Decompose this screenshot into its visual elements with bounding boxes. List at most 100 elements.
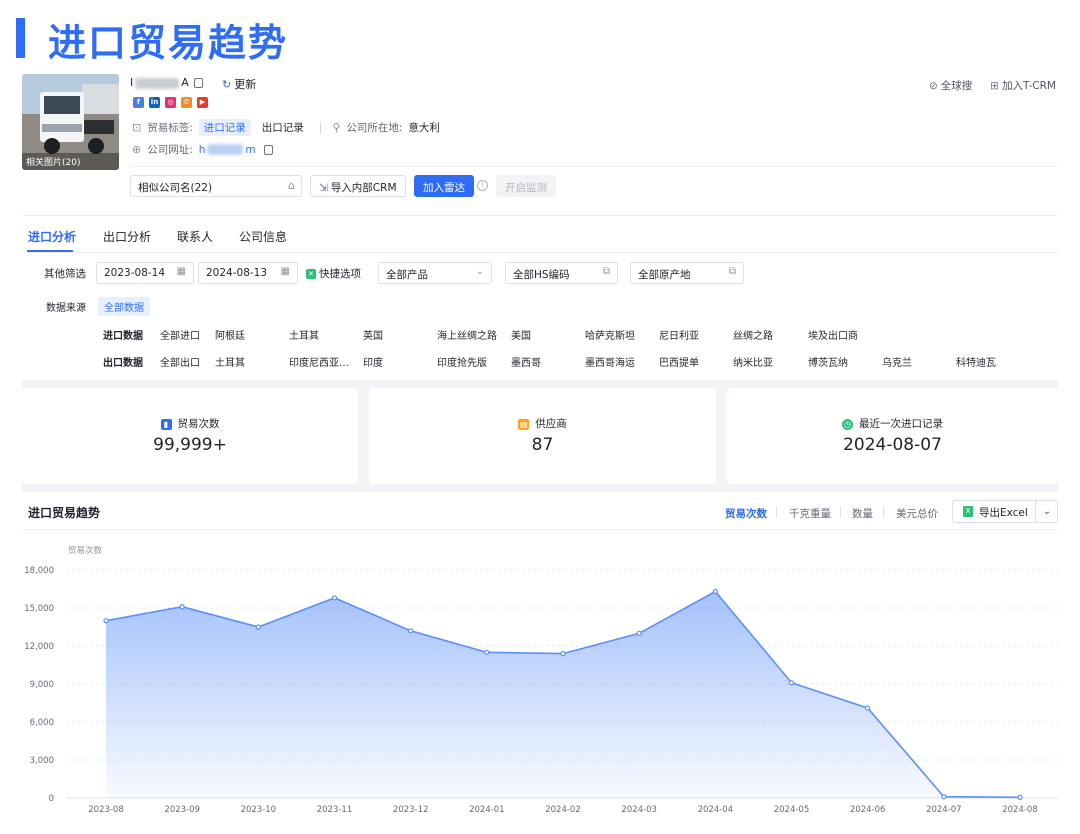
metric-trades[interactable]: 贸易次数	[725, 506, 767, 521]
tab-export-analysis[interactable]: 出口分析	[103, 228, 151, 245]
quick-options-label: 快捷选项	[319, 268, 361, 280]
add-crm-button[interactable]: ⊞ 加入T-CRM	[990, 78, 1056, 93]
data-source-option[interactable]: 埃及出口商	[808, 327, 858, 342]
similar-companies-dropdown[interactable]: 相似公司名(22) ⌂	[130, 175, 302, 197]
product-value: 全部产品	[386, 269, 428, 281]
x-tick-label: 2024-02	[545, 805, 581, 815]
title-accent-bar	[16, 18, 25, 58]
info-icon[interactable]: !	[477, 180, 488, 191]
date-start-input[interactable]: 2023-08-14 ▦	[96, 262, 194, 284]
date-start-value: 2023-08-14	[104, 267, 166, 279]
facebook-icon[interactable]: f	[133, 97, 144, 108]
metric-quantity[interactable]: 数量	[852, 506, 873, 521]
calendar-icon: ▦	[176, 266, 186, 277]
trend-title: 进口贸易趋势	[28, 506, 101, 520]
data-source-option[interactable]: 土耳其	[289, 327, 319, 342]
tab-company-info[interactable]: 公司信息	[239, 228, 287, 245]
origin-select[interactable]: 全部原产地 ⧉	[630, 262, 744, 284]
trade-tag-export[interactable]: 出口记录	[257, 119, 309, 136]
crm-icon: ⊞	[990, 80, 1000, 92]
data-source-option[interactable]: 博茨瓦纳	[808, 354, 848, 369]
filter-label: 其他筛选	[44, 268, 86, 280]
data-source-option[interactable]: 印度	[363, 354, 383, 369]
date-end-input[interactable]: 2024-08-13 ▦	[198, 262, 298, 284]
redacted-name	[135, 77, 180, 89]
data-source-option[interactable]: 墨西哥	[511, 354, 541, 369]
quick-options-button[interactable]: ✕ 快捷选项	[306, 266, 361, 281]
data-source-option[interactable]: 乌克兰	[882, 354, 912, 369]
data-source-label: 数据来源	[46, 303, 86, 314]
data-source-option[interactable]: 阿根廷	[215, 327, 245, 342]
quick-options-icon: ✕	[306, 269, 316, 279]
data-source-option[interactable]: 印度抢先版	[437, 354, 487, 369]
metric-weight[interactable]: 千克重量	[789, 506, 831, 521]
supplier-icon: ▤	[518, 418, 530, 430]
hs-code-select[interactable]: 全部HS编码 ⧉	[505, 262, 618, 284]
data-source-option[interactable]: 全部出口	[160, 354, 200, 369]
data-source-option[interactable]: 土耳其	[215, 354, 245, 369]
website-prefix: h	[198, 143, 206, 156]
chevron-down-icon[interactable]: ⌄	[1035, 501, 1058, 522]
product-select[interactable]: 全部产品 ⌄	[378, 262, 492, 284]
linkedin-icon[interactable]: in	[149, 97, 160, 108]
data-source-option[interactable]: 英国	[363, 327, 383, 342]
data-point	[865, 705, 871, 711]
metric-usd-total[interactable]: 美元总价	[896, 506, 938, 521]
import-crm-button[interactable]: ⇲ 导入内部CRM	[310, 175, 406, 197]
y-tick-label: 0	[49, 794, 54, 804]
trade-tag-import[interactable]: 进口记录	[198, 119, 251, 136]
chevron-down-icon: ⌄	[475, 266, 484, 277]
phone-icon[interactable]: ✆	[181, 97, 192, 108]
x-tick-label: 2023-09	[164, 805, 200, 815]
divider	[130, 166, 1058, 167]
stat-label-row: ▤ 供应商	[369, 416, 716, 431]
copy-icon[interactable]	[193, 78, 203, 88]
data-source-option[interactable]: 哈萨克斯坦	[585, 327, 635, 342]
data-source-option[interactable]: 巴西提单	[659, 354, 699, 369]
global-search-button[interactable]: ⊘ 全球搜	[929, 78, 972, 93]
x-tick-label: 2024-06	[850, 805, 886, 815]
y-tick-label: 3,000	[30, 756, 54, 766]
add-radar-button[interactable]: 加入雷达	[414, 175, 474, 197]
export-excel-button[interactable]: X 导出Excel ⌄	[952, 500, 1058, 523]
start-monitor-button[interactable]: 开启监测	[496, 175, 556, 197]
header-actions: ⊘ 全球搜 ⊞ 加入T-CRM	[929, 78, 1056, 93]
data-source-option[interactable]: 纳米比亚	[733, 354, 773, 369]
data-source-option[interactable]: 墨西哥海运	[585, 354, 635, 369]
data-source-all[interactable]: 全部数据	[98, 297, 150, 316]
refresh-icon: ↻	[222, 78, 232, 91]
global-search-label: 全球搜	[940, 80, 973, 92]
trade-tags-row: ⊡ 贸易标签: 进口记录 出口记录 | ⚲ 公司所在地: 意大利	[132, 119, 440, 136]
update-button[interactable]: ↻ 更新	[222, 76, 256, 92]
x-tick-label: 2024-07	[926, 805, 962, 815]
data-source-option[interactable]: 尼日利亚	[659, 327, 699, 342]
youtube-icon[interactable]: ▶	[197, 97, 208, 108]
copy-icon: ⧉	[602, 266, 610, 277]
copy-icon[interactable]	[263, 144, 273, 155]
stat-label: 最近一次进口记录	[859, 418, 943, 430]
redacted-website	[207, 144, 244, 155]
data-point	[560, 650, 566, 657]
data-source-option[interactable]: 印度尼西亚…	[289, 354, 349, 369]
calendar-icon: ▦	[280, 266, 290, 277]
y-tick-label: 9,000	[30, 680, 54, 690]
export-excel-label: 导出Excel	[979, 507, 1028, 519]
website-link[interactable]: hm	[199, 144, 256, 156]
data-point	[484, 649, 490, 655]
data-point	[179, 604, 185, 610]
data-source-option[interactable]: 丝绸之路	[733, 327, 773, 342]
tab-import-analysis[interactable]: 进口分析	[28, 228, 76, 245]
tab-contacts[interactable]: 联系人	[177, 228, 213, 245]
photo-caption[interactable]: 相关图片(20)	[22, 153, 119, 170]
divider	[22, 215, 1058, 216]
company-photo[interactable]: 相关图片(20)	[22, 74, 119, 170]
location-icon: ⚲	[332, 121, 341, 134]
data-source-option[interactable]: 全部进口	[160, 327, 200, 342]
data-source-option[interactable]: 美国	[511, 327, 531, 342]
instagram-icon[interactable]: ◎	[165, 97, 176, 108]
data-point	[408, 628, 414, 634]
data-point	[103, 618, 109, 624]
data-source-option[interactable]: 科特迪瓦	[956, 354, 996, 369]
divider	[776, 506, 777, 518]
data-source-option[interactable]: 海上丝绸之路	[437, 327, 497, 342]
